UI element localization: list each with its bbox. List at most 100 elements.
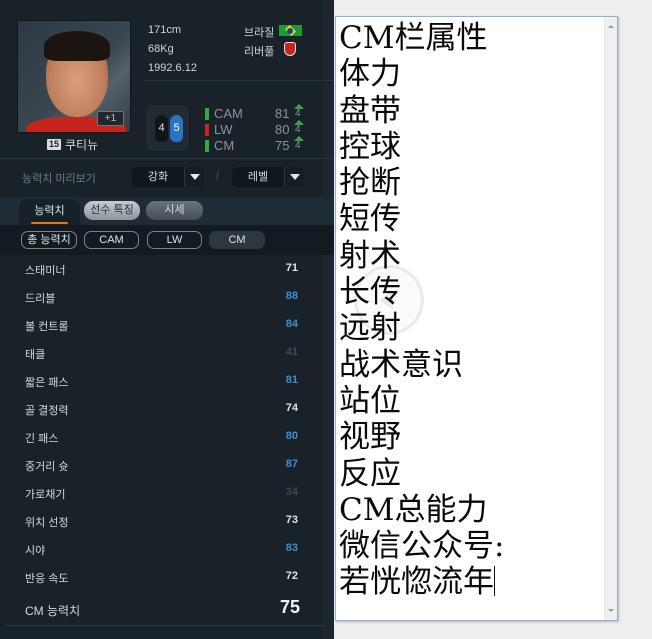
stat-value: 73 xyxy=(285,514,298,526)
scroll-up-arrow-icon[interactable] xyxy=(608,25,614,28)
position-row: CM 75 4 xyxy=(205,136,305,154)
stat-value: 81 xyxy=(285,374,298,386)
section-divider xyxy=(0,158,334,159)
editor-line-text: 盘带 xyxy=(339,92,401,129)
position-rating: 75 xyxy=(275,138,290,153)
title-strip xyxy=(110,0,210,4)
editor-line: CM总能力 xyxy=(339,492,604,528)
stat-row: 시야 83 xyxy=(0,536,334,564)
stat-value: 88 xyxy=(285,290,298,302)
boost-arrow-icon: 4 xyxy=(293,136,305,154)
filter-lw[interactable]: LW xyxy=(147,231,202,249)
stat-value: 41 xyxy=(285,346,298,358)
stat-row: 스태미너 71 xyxy=(0,256,334,284)
editor-line: 视野 xyxy=(339,419,604,455)
position-name: LW xyxy=(214,122,233,137)
position-rating: 81 xyxy=(275,106,290,121)
stat-value: 87 xyxy=(285,458,298,470)
bottom-divider xyxy=(5,625,325,626)
editor-line: 体力 xyxy=(339,56,604,92)
position-row: LW 80 4 xyxy=(205,120,305,137)
editor-scrollbar[interactable] xyxy=(604,17,617,620)
editor-line-text: 短传 xyxy=(339,201,401,238)
stat-row: 반응 속도 72 xyxy=(0,564,334,592)
stat-label: 짧은 패스 xyxy=(25,377,69,389)
stat-value: 71 xyxy=(285,262,298,274)
stat-row: 가로채기 34 xyxy=(0,480,334,508)
position-row: CAM 81 4 xyxy=(205,104,305,121)
editor-line: 若恍惚流年 xyxy=(339,564,604,600)
editor-line: 反应 xyxy=(339,456,604,492)
boost-value: 4 xyxy=(295,108,301,119)
text-caret xyxy=(494,566,495,597)
editor-line: 远射 xyxy=(339,310,604,346)
player-club: 리버풀 xyxy=(244,46,275,58)
filter-cm[interactable]: CM xyxy=(209,231,265,249)
stat-label: 골 결정력 xyxy=(25,405,69,417)
position-name: CAM xyxy=(214,106,243,121)
player-height: 171cm xyxy=(148,24,182,36)
stat-row: 긴 패스 80 xyxy=(0,424,334,452)
liverpool-crest-icon xyxy=(284,42,296,56)
stat-preview-row: 능력치 미리보기 강화 / 레벨 xyxy=(0,162,334,192)
overall-rating-row: CM 능력치 75 xyxy=(0,596,334,622)
editor-text-area[interactable]: CM栏属性 体力 盘带 控球 抢断 短传 射术 长传 远射 战术意识 站位 视野 反应 CM总能力 微信公众… xyxy=(339,20,604,601)
tab-player-traits[interactable]: 선수 특징 xyxy=(84,201,140,220)
stat-value: 84 xyxy=(285,318,298,330)
editor-line-text: 长传 xyxy=(339,274,401,311)
left-foot-icon: 4 xyxy=(155,115,168,142)
editor-line-text: 体力 xyxy=(339,56,401,93)
stat-row: 태클 41 xyxy=(0,340,334,368)
stat-label: 볼 컨트롤 xyxy=(25,321,69,333)
filter-total-stats[interactable]: 총 능력치 xyxy=(21,231,77,249)
stat-value: 80 xyxy=(285,430,298,442)
enhance-dropdown[interactable]: 강화 xyxy=(132,167,204,187)
text-editor[interactable]: CM栏属性 体力 盘带 控球 抢断 短传 射术 长传 远射 战术意识 站位 视野 反应 CM总能力 微信公众… xyxy=(335,16,618,621)
stat-preview-label: 능력치 미리보기 xyxy=(22,173,96,185)
editor-line-text: 远射 xyxy=(339,310,401,347)
editor-line: 站位 xyxy=(339,383,604,419)
stat-label: 태클 xyxy=(25,349,46,361)
scroll-down-arrow-icon[interactable] xyxy=(608,609,614,612)
overall-rating-value: 75 xyxy=(279,597,300,617)
editor-line-text: 射术 xyxy=(339,237,401,274)
player-weight: 68Kg xyxy=(148,43,174,55)
tab-stats[interactable]: 능력치 xyxy=(19,199,80,225)
editor-line: 射术 xyxy=(339,238,604,274)
player-nation: 브라질 xyxy=(244,27,275,39)
enhance-level-badge: +1 xyxy=(97,111,124,126)
brazil-flag-icon xyxy=(279,25,302,36)
editor-line-text: 视野 xyxy=(339,419,401,456)
editor-line: 长传 xyxy=(339,274,604,310)
stat-label: 중거리 슛 xyxy=(25,461,69,473)
editor-line: CM栏属性 xyxy=(339,20,604,56)
level-dropdown-value: 레벨 xyxy=(247,171,269,183)
filter-cam[interactable]: CAM xyxy=(84,231,139,249)
player-name: 쿠티뉴 xyxy=(65,137,99,152)
editor-line-text: 微信公众号: xyxy=(339,528,505,565)
enhance-dropdown-value: 강화 xyxy=(147,171,169,183)
chevron-down-icon[interactable] xyxy=(184,167,204,187)
position-color-bar xyxy=(205,108,209,120)
overall-rating-label: CM 능력치 xyxy=(25,604,81,618)
stat-row: 위치 선정 73 xyxy=(0,508,334,536)
editor-line: 微信公众号: xyxy=(339,528,604,564)
chevron-down-icon[interactable] xyxy=(284,167,304,187)
weak-foot-indicator: 4 5 xyxy=(147,106,188,150)
editor-line-text: 抢断 xyxy=(339,165,401,202)
player-name-row: 15 쿠티뉴 xyxy=(47,137,99,152)
editor-line: 控球 xyxy=(339,129,604,165)
stat-row: 골 결정력 74 xyxy=(0,396,334,424)
position-rating: 80 xyxy=(275,122,290,137)
editor-line-text: 站位 xyxy=(339,382,401,419)
info-divider xyxy=(145,80,334,81)
player-info-panel: +1 15 쿠티뉴 171cm 68Kg 1992.6.12 브라질 리버풀 4… xyxy=(0,0,334,639)
right-foot-icon: 5 xyxy=(170,115,183,142)
stat-label: 시야 xyxy=(25,545,46,557)
level-dropdown[interactable]: 레벨 xyxy=(232,167,304,187)
editor-line-text: 反应 xyxy=(339,455,401,492)
jersey-number: 15 xyxy=(47,138,62,150)
stat-row: 중거리 슛 87 xyxy=(0,452,334,480)
stat-value: 34 xyxy=(285,486,298,498)
tab-market-price[interactable]: 시세 xyxy=(146,201,203,220)
